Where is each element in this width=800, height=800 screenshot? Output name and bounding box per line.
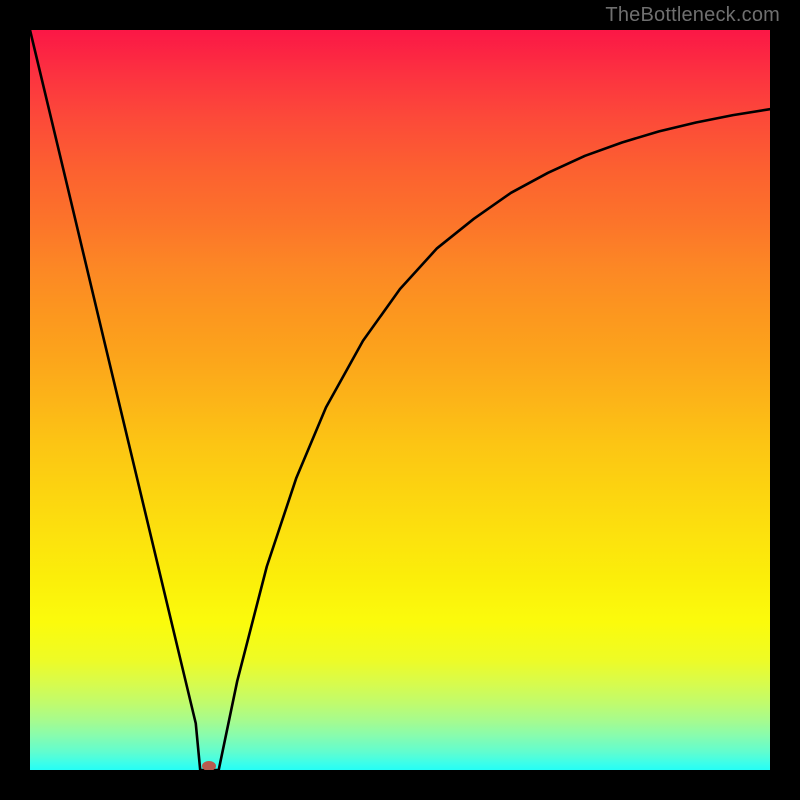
plot-area — [30, 30, 770, 770]
chart-container: TheBottleneck.com — [0, 0, 800, 800]
optimal-point-marker — [202, 761, 216, 770]
bottleneck-curve — [30, 30, 770, 770]
attribution-label: TheBottleneck.com — [605, 4, 780, 27]
